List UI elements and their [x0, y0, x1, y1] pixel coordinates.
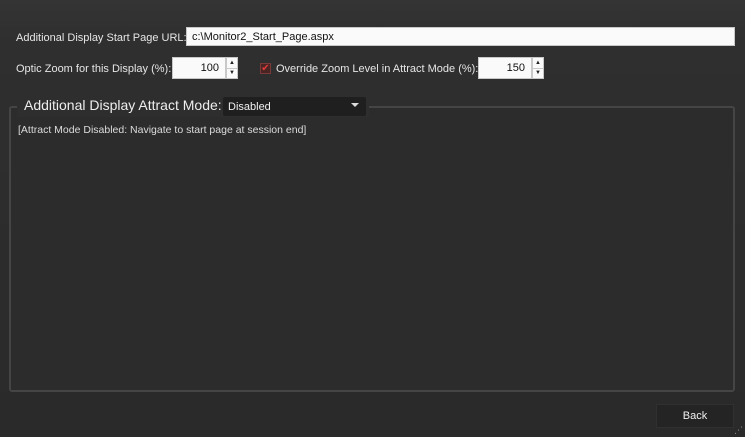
override-zoom-stepper: ▲ ▼ [532, 57, 544, 79]
attract-mode-selected: Disabled [228, 100, 271, 113]
chevron-down-icon [351, 103, 359, 107]
override-zoom-decrement-button[interactable]: ▼ [533, 69, 543, 79]
optic-zoom-increment-button[interactable]: ▲ [227, 58, 237, 69]
attract-mode-title: Additional Display Attract Mode: [24, 97, 222, 113]
override-zoom-checkbox[interactable]: ✔ [260, 63, 271, 74]
resize-grip-icon[interactable]: ⋰ [734, 426, 743, 435]
attract-mode-dropdown[interactable]: Disabled [223, 97, 366, 116]
chevron-up-icon: ▲ [535, 59, 541, 66]
start-page-url-input[interactable]: c:\Monitor2_Start_Page.aspx [186, 27, 735, 46]
chevron-down-icon: ▼ [535, 70, 541, 77]
settings-window: Additional Display Start Page URL: c:\Mo… [0, 0, 745, 437]
checkmark-icon: ✔ [261, 62, 270, 74]
override-zoom-input[interactable]: 150 [478, 57, 532, 79]
override-zoom-increment-button[interactable]: ▲ [533, 58, 543, 69]
chevron-down-icon: ▼ [229, 70, 235, 77]
override-zoom-label: Override Zoom Level in Attract Mode (%): [276, 63, 479, 75]
attract-mode-group [9, 106, 735, 392]
back-button[interactable]: Back [656, 404, 734, 428]
optic-zoom-decrement-button[interactable]: ▼ [227, 69, 237, 79]
start-page-url-label: Additional Display Start Page URL: [16, 32, 187, 44]
optic-zoom-label: Optic Zoom for this Display (%): [16, 63, 172, 75]
attract-mode-status: [Attract Mode Disabled: Navigate to star… [18, 124, 307, 136]
optic-zoom-stepper: ▲ ▼ [226, 57, 238, 79]
chevron-up-icon: ▲ [229, 59, 235, 66]
optic-zoom-input[interactable]: 100 [172, 57, 226, 79]
